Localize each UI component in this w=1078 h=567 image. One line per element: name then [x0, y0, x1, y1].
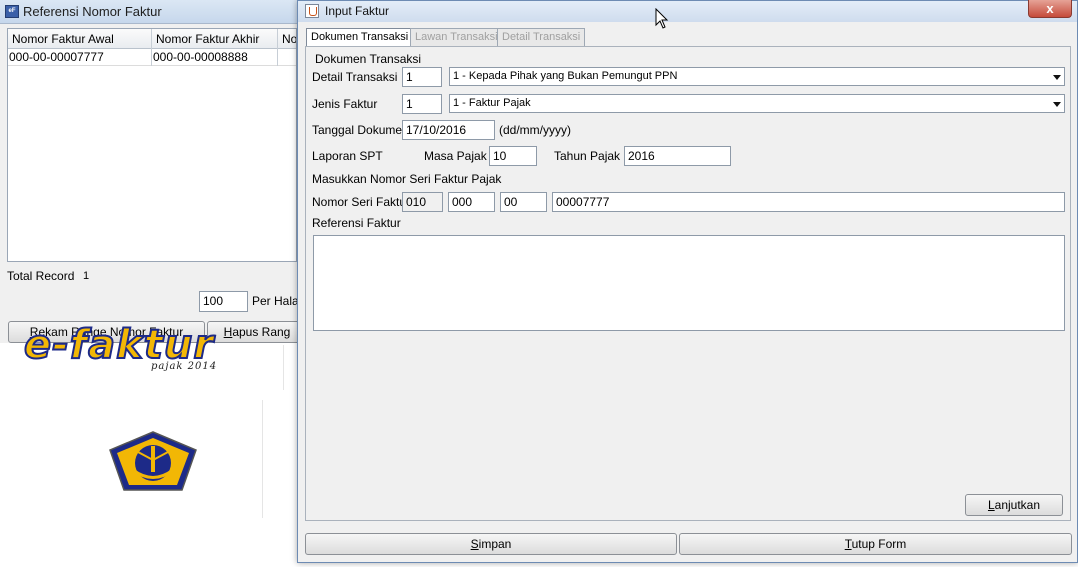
tanggal-dokumen-label: Tanggal Dokumen [312, 123, 409, 137]
close-button[interactable]: x [1028, 0, 1072, 18]
masa-pajak-input[interactable]: 10 [489, 146, 537, 166]
detail-transaksi-label: Detail Transaksi [312, 70, 398, 84]
dialog-title: Input Faktur [325, 4, 390, 18]
cell-nomor-awal: 000-00-00007777 [8, 49, 152, 66]
tab-dokumen-transaksi[interactable]: Dokumen Transaksi [306, 28, 414, 48]
per-page-input[interactable]: 100 [199, 291, 248, 312]
lanjutkan-label: anjutkan [994, 498, 1041, 512]
cell-nomor-akhir: 000-00-00008888 [152, 49, 278, 66]
hapus-range-button[interactable]: Hapus Rang [207, 321, 307, 343]
column-header-awal[interactable]: Nomor Faktur Awal [8, 29, 152, 49]
close-icon: x [1046, 1, 1054, 16]
date-format-hint: (dd/mm/yyyy) [499, 123, 571, 137]
chevron-down-icon [1053, 102, 1061, 107]
section-title: Dokumen Transaksi [315, 52, 422, 66]
hapus-mnemonic: H [223, 325, 233, 339]
nomor-seri-part2-input[interactable]: 000 [448, 192, 495, 212]
table-row[interactable]: 000-00-00007777 000-00-00008888 [8, 49, 296, 66]
divider [283, 345, 284, 390]
total-record-value: 1 [83, 270, 90, 282]
nomor-seri-part3-input[interactable]: 00 [500, 192, 547, 212]
jenis-faktur-label: Jenis Faktur [312, 97, 378, 111]
tab-detail-transaksi[interactable]: Detail Transaksi [497, 28, 586, 47]
nomor-seri-heading: Masukkan Nomor Seri Faktur Pajak [312, 172, 502, 186]
tutup-label: utup Form [851, 537, 907, 551]
lanjutkan-mnemonic: L [987, 498, 995, 512]
referensi-nomor-faktur-window: eF Referensi Nomor Faktur Nomor Faktur A… [0, 0, 307, 343]
table-header: Nomor Faktur Awal Nomor Faktur Akhir No [8, 29, 296, 49]
jenis-faktur-select[interactable]: 1 - Faktur Pajak [449, 94, 1065, 113]
detail-transaksi-selected: 1 - Kepada Pihak yang Bukan Pemungut PPN [453, 70, 678, 82]
tutup-mnemonic: T [844, 537, 852, 551]
window-title: Referensi Nomor Faktur [23, 4, 162, 19]
tanggal-dokumen-input[interactable]: 17/10/2016 [402, 120, 495, 140]
lanjutkan-button[interactable]: Lanjutkan [965, 494, 1063, 516]
simpan-mnemonic: S [470, 537, 479, 551]
per-page-label: Per Hala [252, 294, 299, 308]
app-icon: eF [5, 5, 19, 18]
referensi-faktur-textarea[interactable] [313, 235, 1065, 331]
nomor-seri-label: Nomor Seri Faktur [312, 195, 411, 209]
column-header-no[interactable]: No [278, 29, 296, 49]
mouse-cursor-icon [655, 8, 669, 29]
laporan-spt-label: Laporan SPT [312, 149, 383, 163]
nomor-seri-part1-input[interactable]: 010 [402, 192, 443, 212]
simpan-label: impan [478, 537, 512, 551]
dialog-titlebar[interactable]: Input Faktur x [298, 0, 1077, 22]
jenis-faktur-code-input[interactable]: 1 [402, 94, 442, 114]
java-icon [305, 4, 319, 18]
efaktur-logo-subtitle: pajak 2014 [151, 361, 218, 372]
tahun-pajak-label: Tahun Pajak [554, 149, 621, 163]
tutup-form-button[interactable]: Tutup Form [679, 533, 1072, 555]
input-faktur-dialog: Input Faktur x Dokumen Transaksi Lawan T… [297, 0, 1078, 563]
faktur-range-table[interactable]: Nomor Faktur Awal Nomor Faktur Akhir No … [7, 28, 297, 262]
chevron-down-icon [1053, 75, 1061, 80]
hapus-label: apus Rang [232, 325, 291, 339]
nomor-seri-part4-input[interactable]: 00007777 [552, 192, 1065, 212]
masa-pajak-label: Masa Pajak [424, 149, 487, 163]
total-record-label: Total Record [7, 269, 75, 283]
kemenkeu-seal-icon [109, 431, 197, 491]
column-header-akhir[interactable]: Nomor Faktur Akhir [152, 29, 278, 49]
simpan-button[interactable]: Simpan [305, 533, 677, 555]
window-titlebar[interactable]: eF Referensi Nomor Faktur [0, 0, 300, 24]
divider [262, 400, 263, 518]
detail-transaksi-code-input[interactable]: 1 [402, 67, 442, 87]
tab-lawan-transaksi[interactable]: Lawan Transaksi [410, 28, 503, 47]
detail-transaksi-select[interactable]: 1 - Kepada Pihak yang Bukan Pemungut PPN [449, 67, 1065, 86]
jenis-faktur-selected: 1 - Faktur Pajak [453, 97, 531, 109]
referensi-faktur-label: Referensi Faktur [312, 216, 401, 230]
tahun-pajak-input[interactable]: 2016 [624, 146, 731, 166]
